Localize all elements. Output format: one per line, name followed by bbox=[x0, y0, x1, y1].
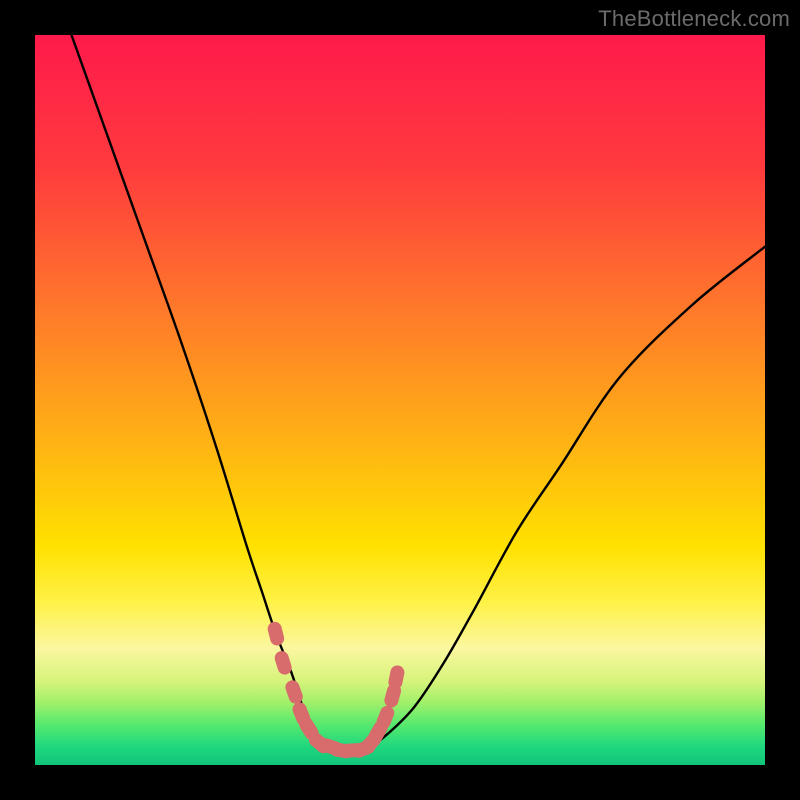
bottleneck-curve bbox=[72, 35, 766, 751]
valley-marker bbox=[387, 664, 405, 690]
plot-area bbox=[35, 35, 765, 765]
chart-frame: TheBottleneck.com bbox=[0, 0, 800, 800]
curve-layer bbox=[35, 35, 765, 765]
valley-marker bbox=[266, 620, 285, 647]
valley-markers bbox=[266, 620, 405, 760]
watermark-text: TheBottleneck.com bbox=[598, 6, 790, 32]
